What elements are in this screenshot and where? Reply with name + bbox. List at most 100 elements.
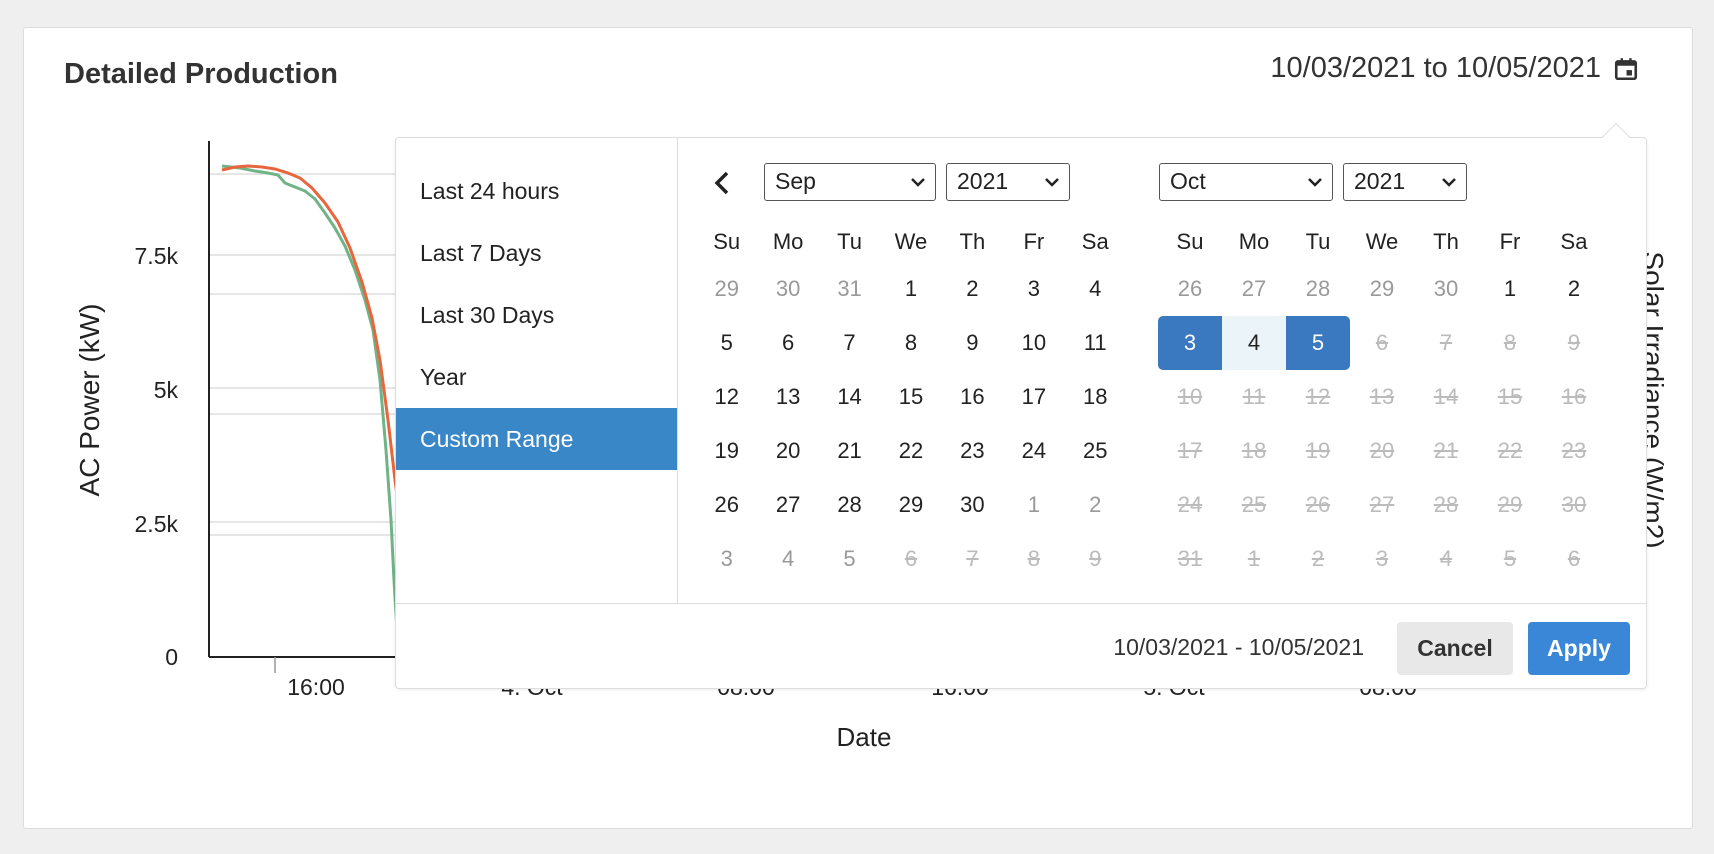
calendar-day[interactable]: 16 (942, 370, 1003, 424)
calendar-day[interactable]: 29 (696, 262, 757, 316)
calendar-day[interactable]: 5 (819, 532, 880, 586)
calendar-day: 24 (1177, 492, 1203, 517)
calendar-day[interactable]: 12 (696, 370, 757, 424)
calendar-day: 23 (1561, 438, 1587, 463)
calendar-day[interactable]: 19 (696, 424, 757, 478)
year-select-right[interactable]: 2021 (1343, 163, 1467, 201)
calendar-day: 6 (904, 546, 918, 571)
calendar-day[interactable]: 17 (1003, 370, 1064, 424)
x-axis-title: Date (837, 722, 892, 752)
calendar-day[interactable]: 31 (819, 262, 880, 316)
calendar-day[interactable]: 18 (1065, 370, 1126, 424)
date-range-toggle[interactable]: 10/03/2021 to 10/05/2021 (1270, 52, 1639, 85)
calendar-day[interactable]: 30 (942, 478, 1003, 532)
year-select-left[interactable]: 2021 (946, 163, 1070, 201)
calendar-day[interactable]: 13 (757, 370, 818, 424)
calendar-day[interactable]: 24 (1003, 424, 1064, 478)
calendar-day: 1 (1247, 546, 1261, 571)
calendar-day: 8 (1503, 330, 1517, 355)
page-title: Detailed Production (64, 58, 338, 90)
preset-range-item[interactable]: Last 7 Days (396, 222, 677, 284)
calendar-day: 31 (1177, 546, 1203, 571)
prev-month-icon[interactable] (708, 168, 738, 198)
calendar-day[interactable]: 10 (1003, 316, 1064, 370)
y-tick-label: 7.5k (135, 243, 179, 269)
calendar-day[interactable]: 30 (757, 262, 818, 316)
calendar-day[interactable]: 22 (880, 424, 941, 478)
y-tick-label: 5k (154, 377, 179, 403)
calendar-day[interactable]: 14 (819, 370, 880, 424)
calendar-icon[interactable] (1613, 56, 1639, 82)
calendar-day[interactable]: 4 (1222, 316, 1286, 370)
chevron-down-icon (1045, 178, 1059, 187)
calendar-day: 7 (966, 546, 979, 571)
calendar-day[interactable]: 26 (1158, 262, 1222, 316)
selected-range-text: 10/03/2021 - 10/05/2021 (1113, 634, 1364, 660)
calendar-day[interactable]: 1 (1003, 478, 1064, 532)
calendar-week-row: 26 27 28 29 30 1 2 (696, 478, 1126, 532)
calendar-day[interactable]: 27 (757, 478, 818, 532)
calendar-day: 27 (1369, 492, 1395, 517)
calendar-day[interactable]: 2 (1542, 262, 1606, 316)
calendar-day[interactable]: 25 (1065, 424, 1126, 478)
calendar-day: 29 (1497, 492, 1523, 517)
calendar-day[interactable]: 1 (1478, 262, 1542, 316)
calendar-day[interactable]: 2 (942, 262, 1003, 316)
preset-range-item[interactable]: Year (396, 346, 677, 408)
calendar-day[interactable]: 20 (757, 424, 818, 478)
calendar-day[interactable]: 21 (819, 424, 880, 478)
orange-series-line (221, 164, 401, 511)
preset-range-item[interactable]: Custom Range (396, 408, 677, 470)
calendar-day[interactable]: 6 (757, 316, 818, 370)
weekday-label: Th (1433, 229, 1459, 254)
calendar-day: 25 (1241, 492, 1267, 517)
calendar-day[interactable]: 11 (1065, 316, 1126, 370)
calendar-right: Oct 2021 Su Mo Tu We Th Fr Sa 26 27 28 29 30 1 2 3 4 5 6 7… (1158, 138, 1626, 586)
calendar-day: 17 (1177, 438, 1203, 463)
calendar-day[interactable]: 4 (757, 532, 818, 586)
calendar-day: 2 (1311, 546, 1325, 571)
calendar-day[interactable]: 28 (1286, 262, 1350, 316)
calendar-day: 21 (1433, 438, 1459, 463)
calendar-day: 13 (1369, 384, 1395, 409)
calendar-day: 9 (1567, 330, 1581, 355)
cancel-button[interactable]: Cancel (1397, 622, 1513, 675)
preset-range-item[interactable]: Last 24 hours (396, 160, 677, 222)
calendar-week-row: 12 13 14 15 16 17 18 (696, 370, 1126, 424)
calendar-day[interactable]: 3 (1003, 262, 1064, 316)
calendar-day[interactable]: 27 (1222, 262, 1286, 316)
calendar-day[interactable]: 7 (819, 316, 880, 370)
calendar-day[interactable]: 2 (1065, 478, 1126, 532)
calendar-day: 16 (1561, 384, 1587, 409)
month-select-right[interactable]: Oct (1159, 163, 1333, 201)
calendar-day[interactable]: 23 (942, 424, 1003, 478)
calendar-right-grid: Su Mo Tu We Th Fr Sa 26 27 28 29 30 1 2 3 4 5 6 7 8 9 10 11 12 1… (1158, 222, 1626, 586)
calendar-day[interactable]: 15 (880, 370, 941, 424)
calendar-week-row: 19 20 21 22 23 24 25 (696, 424, 1126, 478)
calendar-day[interactable]: 1 (880, 262, 941, 316)
calendar-day[interactable]: 29 (880, 478, 941, 532)
calendar-day: 20 (1369, 438, 1395, 463)
calendar-day[interactable]: 8 (880, 316, 941, 370)
apply-button[interactable]: Apply (1528, 622, 1630, 675)
preset-range-item[interactable]: Last 30 Days (396, 284, 677, 346)
calendar-week-row: 17 18 19 20 21 22 23 (1158, 424, 1626, 478)
month-select-left[interactable]: Sep (764, 163, 936, 201)
calendar-day[interactable]: 29 (1350, 262, 1414, 316)
weekday-header-row: Su Mo Tu We Th Fr Sa (1158, 222, 1626, 262)
calendar-day: 15 (1497, 384, 1523, 409)
calendar-day[interactable]: 4 (1065, 262, 1126, 316)
calendar-day[interactable]: 26 (696, 478, 757, 532)
calendar-day[interactable]: 5 (696, 316, 757, 370)
calendar-day[interactable]: 5 (1286, 316, 1350, 370)
weekday-label: Su (713, 229, 741, 254)
calendar-day[interactable]: 3 (1158, 316, 1222, 370)
calendar-day[interactable]: 3 (696, 532, 757, 586)
calendar-week-row: 29 30 31 1 2 3 4 (696, 262, 1126, 316)
calendar-day[interactable]: 30 (1414, 262, 1478, 316)
month-select-left-value: Sep (775, 168, 816, 194)
calendar-left-grid: Su Mo Tu We Th Fr Sa 29 30 31 1 2 3 4 5 6 7 8 9 10 11 12 13 14 1… (678, 222, 1126, 586)
calendar-day[interactable]: 28 (819, 478, 880, 532)
calendar-day[interactable]: 9 (942, 316, 1003, 370)
calendar-day: 26 (1305, 492, 1331, 517)
